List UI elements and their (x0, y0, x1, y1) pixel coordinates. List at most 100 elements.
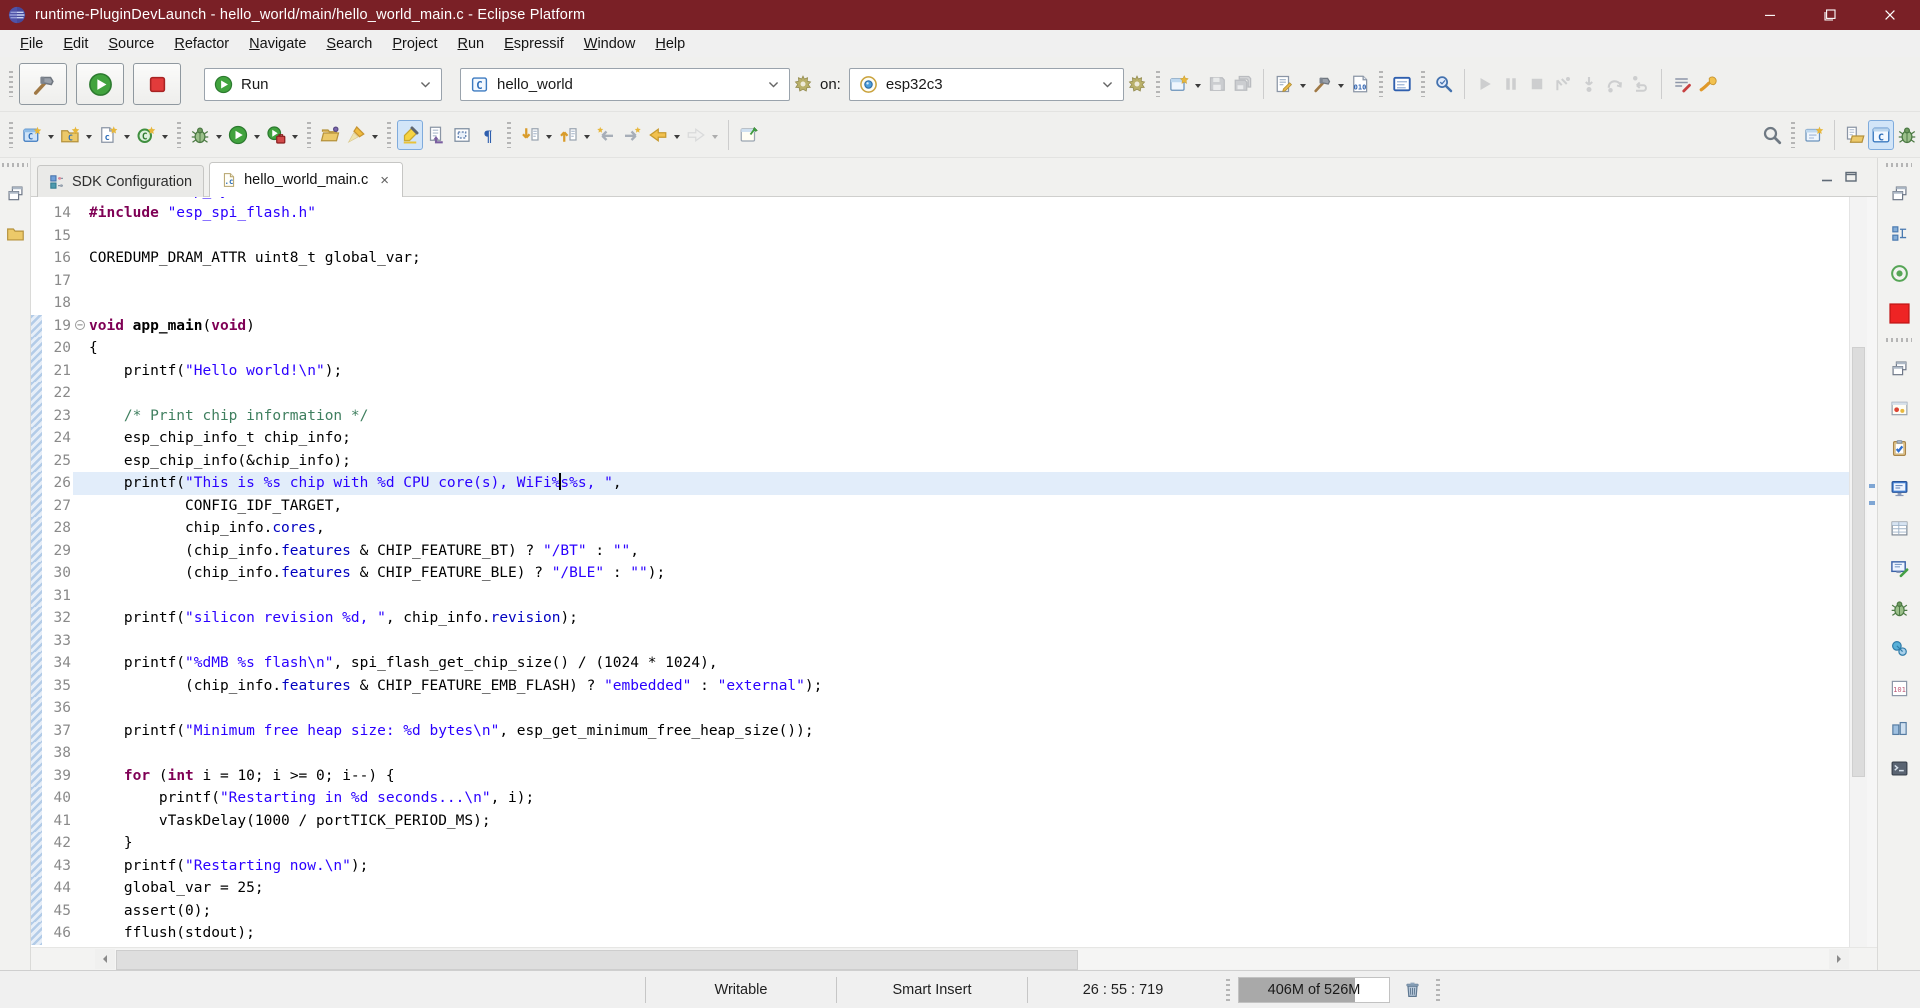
code-line-body[interactable]: fflush(stdout); (73, 922, 1849, 945)
code-line-20[interactable]: 20{ (31, 337, 1849, 360)
tab-close-icon[interactable]: × (378, 172, 391, 189)
code-line-body[interactable]: (chip_info.features & CHIP_FEATURE_EMB_F… (73, 675, 1849, 698)
tab-hello-world-main-c[interactable]: .chello_world_main.c× (209, 162, 403, 197)
code-line-body[interactable]: } (73, 832, 1849, 855)
dropdown-arrow-icon[interactable] (83, 120, 95, 150)
red-square-view-button[interactable] (1886, 298, 1912, 328)
peripherals-view-button[interactable] (1886, 633, 1912, 663)
tasks-view-button[interactable] (1886, 433, 1912, 463)
code-editor[interactable]: 13#include "esp_system.h"14#include "esp… (31, 197, 1877, 947)
dropdown-arrow-icon[interactable] (45, 120, 57, 150)
scroll-right-arrow[interactable] (1829, 949, 1849, 969)
build-all-icon[interactable] (1309, 69, 1335, 99)
trace-control-icon[interactable] (1669, 69, 1695, 99)
terminal-view-button[interactable] (1886, 753, 1912, 783)
mark-occurrences-icon[interactable] (397, 120, 423, 150)
show-whitespace-icon[interactable]: ¶ (475, 120, 501, 150)
code-line-30[interactable]: 30 (chip_info.features & CHIP_FEATURE_BL… (31, 562, 1849, 585)
code-line-body[interactable]: chip_info.cores, (73, 517, 1849, 540)
code-line-body[interactable]: printf("%dMB %s flash\n", spi_flash_get_… (73, 652, 1849, 675)
binary-file-icon[interactable]: 010 (1347, 69, 1373, 99)
code-line-46[interactable]: 46 fflush(stdout); (31, 922, 1849, 945)
code-line-21[interactable]: 21 printf("Hello world!\n"); (31, 360, 1849, 383)
close-button[interactable] (1860, 0, 1920, 30)
registers-view-button[interactable]: 101 (1886, 673, 1912, 703)
last-edit-forward-icon[interactable] (619, 120, 645, 150)
restore-views-bottom-button[interactable] (1886, 353, 1912, 383)
open-perspective-icon[interactable] (1801, 120, 1827, 150)
menu-item-source[interactable]: Source (98, 36, 164, 52)
code-line-26[interactable]: 26 printf("This is %s chip with %d CPU c… (31, 472, 1849, 495)
code-line-body[interactable]: vTaskDelay(1000 / portTICK_PERIOD_MS); (73, 810, 1849, 833)
restore-views-top-button[interactable] (1886, 178, 1912, 208)
horizontal-scrollbar-track[interactable] (115, 949, 1829, 969)
code-line-45[interactable]: 45 assert(0); (31, 900, 1849, 923)
debug-view-button[interactable] (1886, 593, 1912, 623)
build-project-button[interactable] (19, 63, 67, 105)
code-line-body[interactable] (73, 382, 1849, 405)
code-line-25[interactable]: 25 esp_chip_info(&chip_info); (31, 450, 1849, 473)
target-settings-icon[interactable] (1124, 69, 1150, 99)
tab-sdk-configuration[interactable]: SDK Configuration (37, 165, 204, 197)
last-edit-back-icon[interactable] (593, 120, 619, 150)
menu-item-navigate[interactable]: Navigate (239, 36, 316, 52)
dropdown-arrow-icon[interactable] (581, 120, 593, 150)
restore-views-button[interactable] (2, 178, 28, 208)
menu-item-run[interactable]: Run (448, 36, 495, 52)
code-line-18[interactable]: 18 (31, 292, 1849, 315)
code-line-body[interactable] (73, 270, 1849, 293)
dropdown-arrow-icon[interactable] (369, 120, 381, 150)
properties-view-button[interactable] (1886, 513, 1912, 543)
code-line-body[interactable]: { (73, 337, 1849, 360)
project-explorer-minimized-button[interactable] (2, 218, 28, 248)
code-line-35[interactable]: 35 (chip_info.features & CHIP_FEATURE_EM… (31, 675, 1849, 698)
launch-config-combo[interactable]: Chello_world (460, 68, 790, 101)
dropdown-arrow-icon[interactable] (1297, 69, 1309, 99)
horizontal-scrollbar[interactable] (31, 947, 1877, 970)
code-line-39[interactable]: 39 for (int i = 10; i >= 0; i--) { (31, 765, 1849, 788)
code-line-body[interactable] (73, 292, 1849, 315)
memory-view-button[interactable] (1886, 553, 1912, 583)
code-line-33[interactable]: 33 (31, 630, 1849, 653)
code-line-body[interactable]: #include "esp_spi_flash.h" (73, 202, 1849, 225)
last-edit-location-icon[interactable] (423, 120, 449, 150)
search-icon[interactable] (1759, 120, 1785, 150)
search-torch-icon[interactable] (343, 120, 369, 150)
code-line-28[interactable]: 28 chip_info.cores, (31, 517, 1849, 540)
fold-collapse-icon[interactable]: − (75, 320, 85, 330)
code-line-24[interactable]: 24 esp_chip_info_t chip_info; (31, 427, 1849, 450)
code-line-body[interactable] (73, 225, 1849, 248)
dropdown-arrow-icon[interactable] (159, 120, 171, 150)
code-line-36[interactable]: 36 (31, 697, 1849, 720)
code-line-body[interactable]: printf("Hello world!\n"); (73, 360, 1849, 383)
inspect-element-icon[interactable] (1431, 69, 1457, 99)
code-line-31[interactable]: 31 (31, 585, 1849, 608)
code-line-37[interactable]: 37 printf("Minimum free heap size: %d by… (31, 720, 1849, 743)
minimize-view-button[interactable] (1815, 162, 1839, 192)
code-line-body[interactable]: printf("silicon revision %d, ", chip_inf… (73, 607, 1849, 630)
code-line-14[interactable]: 14#include "esp_spi_flash.h" (31, 202, 1849, 225)
code-line-34[interactable]: 34 printf("%dMB %s flash\n", spi_flash_g… (31, 652, 1849, 675)
dropdown-arrow-icon[interactable] (1335, 69, 1347, 99)
code-line-body[interactable] (73, 697, 1849, 720)
open-resource-icon[interactable] (317, 120, 343, 150)
code-line-body[interactable]: (chip_info.features & CHIP_FEATURE_BLE) … (73, 562, 1849, 585)
scroll-left-arrow[interactable] (95, 949, 115, 969)
menu-item-window[interactable]: Window (574, 36, 646, 52)
console-view-button[interactable] (1886, 473, 1912, 503)
horizontal-scrollbar-thumb[interactable] (116, 950, 1078, 970)
progress-view-button[interactable] (1886, 393, 1912, 423)
external-tool-icon[interactable] (1695, 69, 1721, 99)
menu-item-edit[interactable]: Edit (53, 36, 98, 52)
maximize-button[interactable] (1800, 0, 1860, 30)
new-source-file-icon[interactable]: c (95, 120, 121, 150)
code-line-body[interactable]: global_var = 25; (73, 877, 1849, 900)
code-line-body[interactable]: printf("Restarting now.\n"); (73, 855, 1849, 878)
new-class-icon[interactable]: C (133, 120, 159, 150)
code-line-19[interactable]: 19−void app_main(void) (31, 315, 1849, 338)
dropdown-arrow-icon[interactable] (543, 120, 555, 150)
dropdown-arrow-icon[interactable] (121, 120, 133, 150)
run-icon[interactable] (225, 120, 251, 150)
code-line-body[interactable]: printf("This is %s chip with %d CPU core… (73, 472, 1849, 495)
new-wizard-icon[interactable] (1166, 69, 1192, 99)
